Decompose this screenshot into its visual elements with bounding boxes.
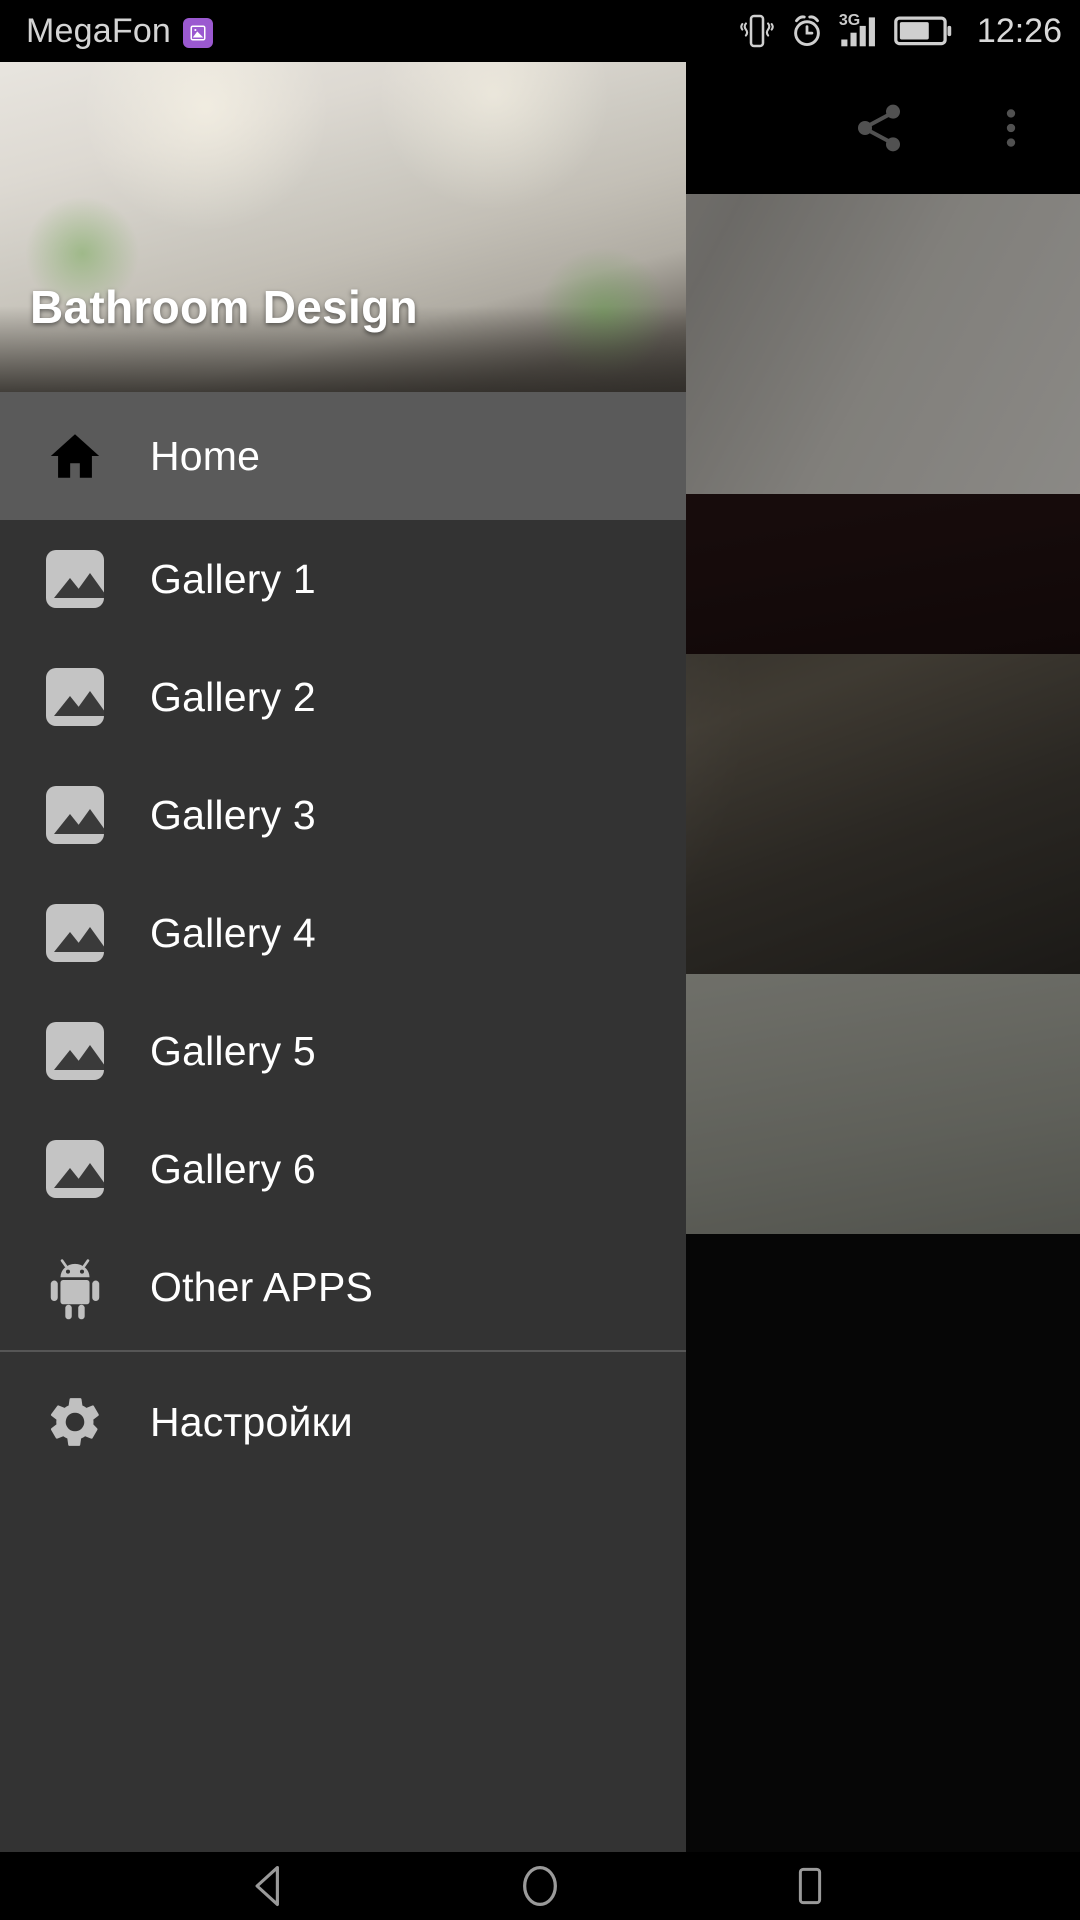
network-type-label: 3G xyxy=(838,12,861,29)
navigation-drawer: Bathroom Design Home Gallery 1 Gallery 2 xyxy=(0,62,686,1852)
sidebar-item-home[interactable]: Home xyxy=(0,392,686,520)
sidebar-item-label: Other APPS xyxy=(150,1263,374,1310)
system-navigation-bar xyxy=(0,1852,1080,1920)
sidebar-item-settings[interactable]: Настройки xyxy=(0,1352,686,1492)
home-icon xyxy=(0,427,150,485)
sidebar-item-gallery-3[interactable]: Gallery 3 xyxy=(0,756,686,874)
drawer-menu-list: Home Gallery 1 Gallery 2 Gallery 3 Galle… xyxy=(0,392,686,1852)
carrier-name-wrap: MegaFon xyxy=(26,11,214,51)
recents-square-icon[interactable] xyxy=(770,1852,850,1920)
image-icon xyxy=(0,786,150,844)
sidebar-item-label: Настройки xyxy=(150,1398,353,1445)
sidebar-item-gallery-5[interactable]: Gallery 5 xyxy=(0,992,686,1110)
sidebar-item-gallery-6[interactable]: Gallery 6 xyxy=(0,1110,686,1228)
vibrate-icon xyxy=(740,14,774,48)
gear-icon xyxy=(0,1391,150,1453)
image-icon xyxy=(0,1022,150,1080)
gallery-badge-icon xyxy=(183,17,214,48)
status-clock: 12:26 xyxy=(976,11,1062,50)
app-title: Bathroom Design xyxy=(30,281,418,333)
battery-icon xyxy=(894,16,952,46)
sidebar-item-label: Gallery 4 xyxy=(150,909,316,956)
image-icon xyxy=(0,668,150,726)
back-triangle-icon[interactable] xyxy=(230,1852,310,1920)
sidebar-item-label: Gallery 2 xyxy=(150,673,316,720)
status-bar: MegaFon 3G 12:26 xyxy=(0,0,1080,62)
android-icon xyxy=(0,1252,150,1322)
drawer-header: Bathroom Design xyxy=(0,62,686,392)
sidebar-item-other-apps[interactable]: Other APPS xyxy=(0,1228,686,1346)
carrier-label: MegaFon xyxy=(26,11,172,50)
phone-screen: allery 3 allery 6 Bathroom Design xyxy=(0,0,1080,1920)
status-icons: 3G 12:26 xyxy=(739,11,1062,51)
sidebar-item-label: Gallery 1 xyxy=(150,555,316,602)
sidebar-item-label: Gallery 3 xyxy=(150,791,316,838)
sidebar-item-label: Gallery 5 xyxy=(150,1027,316,1074)
sidebar-item-gallery-4[interactable]: Gallery 4 xyxy=(0,874,686,992)
image-icon xyxy=(0,1140,150,1198)
alarm-clock-icon xyxy=(794,15,820,46)
home-circle-icon[interactable] xyxy=(500,1852,580,1920)
sidebar-item-gallery-1[interactable]: Gallery 1 xyxy=(0,520,686,638)
image-icon xyxy=(0,550,150,608)
signal-bars-icon: 3G xyxy=(838,12,881,48)
sidebar-item-label: Gallery 6 xyxy=(150,1145,316,1192)
sidebar-item-gallery-2[interactable]: Gallery 2 xyxy=(0,638,686,756)
drawer-header-image xyxy=(0,62,686,392)
image-icon xyxy=(0,904,150,962)
sidebar-item-label: Home xyxy=(150,432,261,479)
